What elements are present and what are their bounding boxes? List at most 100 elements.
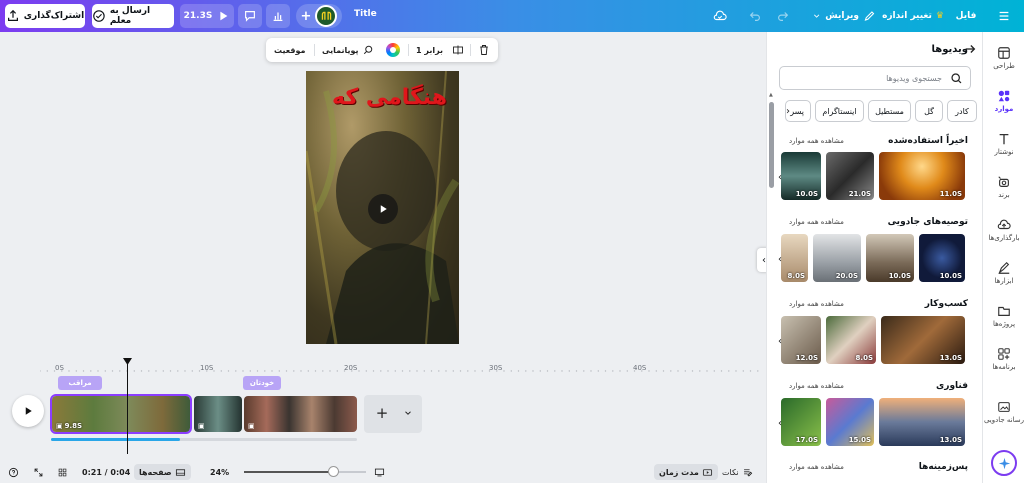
video-thumbnail[interactable]: 13.0S [881,316,965,364]
edit-menu[interactable]: ویرایش [812,4,876,28]
duration-play-button[interactable]: 21.3S [180,4,234,28]
undo-button[interactable] [744,4,766,28]
notes-label: نکات [722,467,739,477]
row-scroll-arrow[interactable]: ‹ [773,252,787,266]
playhead[interactable] [127,362,128,454]
ruler-tick [242,370,244,372]
fullscreen-button[interactable] [33,464,44,480]
rail-item-design[interactable]: طراحی [983,46,1024,70]
grid-view-button[interactable] [57,464,68,480]
video-thumbnail[interactable]: 13.0S [879,398,965,446]
row-scroll-arrow[interactable]: ‹ [773,170,787,184]
filter-chip[interactable]: اینستاگرام [815,100,864,122]
zoom-slider-handle[interactable] [328,466,340,477]
filter-chip[interactable]: گل [915,100,943,122]
video-duration: 10.0S [939,272,962,280]
rail-item-brand[interactable]: برند [983,175,1024,199]
pages-toggle[interactable]: صفحه‌ها [134,464,191,480]
fit-page-button[interactable] [374,464,385,480]
ruler-tick [409,370,411,372]
video-thumbnail[interactable]: 11.0S [879,152,965,200]
section-title: کسب‌وکار [924,299,968,309]
timeline-clip[interactable]: ▣ [244,396,357,432]
video-thumbnail[interactable]: 21.0S [826,152,874,200]
insights-button[interactable] [266,4,290,28]
playback-speed-button[interactable]: 1 برابر [416,38,443,62]
magic-assistant-button[interactable] [991,450,1017,476]
video-thumbnail[interactable]: 12.0S [781,316,821,364]
add-options-dropdown[interactable] [400,403,416,423]
resize-button[interactable]: تغییر اندازه ♛ [880,4,946,28]
rail-item-magic-media[interactable]: رسانه جادویی [983,400,1024,424]
main-menu-button[interactable] [992,4,1016,28]
split-button[interactable] [452,38,464,62]
ruler-tick [691,370,694,372]
ruler-tick [670,370,672,372]
page-heading-text[interactable]: هنگامی که [332,85,447,110]
filter-chip[interactable]: کادر [947,100,977,122]
duration-toggle[interactable]: مدت زمان [654,464,718,480]
comment-button[interactable] [238,4,262,28]
delete-button[interactable] [478,38,490,62]
animate-button[interactable]: پویانمایی [322,38,374,62]
chips-scroll-arrow[interactable]: › [781,104,795,118]
video-thumbnail[interactable]: 15.0S [826,398,874,446]
see-all-link[interactable]: مشاهده همه موارد [789,463,844,471]
timeline-clip[interactable]: ▣ 9.8S [50,394,192,434]
ruler-tick [351,370,353,372]
color-button[interactable] [386,38,400,62]
send-to-teacher-button[interactable]: ارسال به معلم [92,4,174,28]
filter-chip[interactable]: مستطیل [868,100,911,122]
position-button[interactable]: موقعیت [274,38,305,62]
video-thumbnail[interactable]: 10.0S [919,234,965,282]
section-tag[interactable]: مراقب [58,376,102,390]
document-title[interactable]: Title [354,9,377,19]
video-thumbnail[interactable]: 20.0S [813,234,861,282]
video-thumbnail[interactable]: 10.0S [866,234,914,282]
trash-icon [480,45,488,55]
see-all-link[interactable]: مشاهده همه موارد [789,218,844,226]
row-scroll-arrow[interactable]: ‹ [773,334,787,348]
scroll-up-icon: ▲ [769,92,773,98]
ruler-ticks [40,370,759,372]
playhead-handle-icon[interactable] [123,358,132,365]
help-button[interactable] [8,464,19,480]
ruler-tick [438,370,440,372]
see-all-link[interactable]: مشاهده همه موارد [789,137,844,145]
zoom-slider[interactable] [244,471,366,473]
timeline-clip[interactable]: ▣ [194,396,242,432]
see-all-link[interactable]: مشاهده همه موارد [789,300,844,308]
ruler-tick [46,370,48,372]
video-thumbnail[interactable]: 17.0S [781,398,821,446]
ruler-tick [220,370,222,372]
rail-item-tools[interactable]: ابزارها [983,261,1024,285]
video-thumbnail[interactable]: 8.0S [826,316,876,364]
rail-item-projects[interactable]: پروژه‌ها [983,304,1024,328]
video-thumbnail[interactable]: 10.0S [781,152,821,200]
rail-item-uploads[interactable]: بارگذاری‌ها [983,218,1024,242]
video-page[interactable]: هنگامی که [306,71,459,344]
file-menu[interactable]: فایل [954,4,978,28]
see-all-link[interactable]: مشاهده همه موارد [789,382,844,390]
cloud-saved-icon[interactable] [708,4,732,28]
zoom-level[interactable]: 24% [210,464,229,480]
search-input[interactable]: جستجوی ویدیوها [779,66,971,90]
ruler-tick [459,370,462,372]
redo-button[interactable] [772,4,794,28]
notes-button[interactable]: نکات [722,464,753,480]
rail-item-text[interactable]: نوشتار [983,132,1024,156]
share-button[interactable]: اشتراک‌گذاری [5,4,85,28]
timeline-play-button[interactable] [12,395,44,427]
section-title: پس‌زمینه‌ها [918,462,968,472]
ruler-tick [416,370,418,372]
playback-progress [51,438,180,441]
rail-item-elements[interactable]: موارد [983,89,1024,113]
section-tag[interactable]: خودتان [243,376,281,390]
video-play-button[interactable] [368,194,398,224]
collaborators[interactable]: + [296,4,342,28]
ruler-tick [394,370,396,372]
rail-item-apps[interactable]: برنامه‌ها [983,347,1024,371]
add-page-button[interactable]: + [372,403,392,423]
plus-icon: + [300,8,312,24]
row-scroll-arrow[interactable]: ‹ [773,416,787,430]
